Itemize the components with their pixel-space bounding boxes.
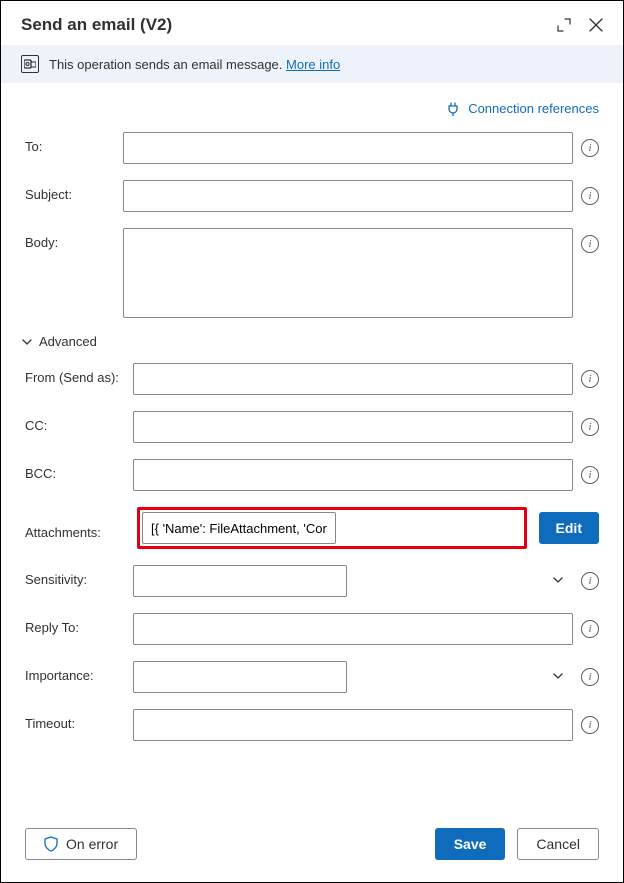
input-bcc[interactable] [133, 459, 573, 491]
info-icon[interactable]: i [581, 370, 599, 388]
row-body: Body: i [25, 228, 599, 318]
info-icon[interactable]: i [581, 716, 599, 734]
info-icon[interactable]: i [581, 235, 599, 253]
label-to: To: [25, 132, 115, 154]
dialog-title: Send an email (V2) [21, 15, 172, 35]
label-timeout: Timeout: [25, 709, 125, 731]
row-subject: Subject: i [25, 180, 599, 212]
info-icon[interactable]: i [581, 572, 599, 590]
shield-icon [44, 836, 58, 852]
on-error-label: On error [66, 836, 118, 852]
input-timeout[interactable] [133, 709, 573, 741]
footer-actions: Save Cancel [435, 828, 599, 860]
row-to: To: i [25, 132, 599, 164]
input-attachments[interactable] [142, 512, 336, 544]
expand-icon[interactable] [557, 18, 571, 32]
info-icon[interactable]: i [581, 668, 599, 686]
advanced-label: Advanced [39, 334, 97, 349]
row-timeout: Timeout: i [25, 709, 599, 741]
label-reply-to: Reply To: [25, 613, 125, 635]
label-attachments: Attachments: [25, 516, 125, 540]
cancel-button[interactable]: Cancel [517, 828, 599, 860]
row-cc: CC: i [25, 411, 599, 443]
row-sensitivity: Sensitivity: i [25, 565, 599, 597]
chevron-down-icon [551, 669, 565, 683]
row-from: From (Send as): i [25, 363, 599, 395]
header-actions [557, 18, 603, 32]
edit-button[interactable]: Edit [539, 512, 599, 544]
chevron-down-icon [551, 573, 565, 587]
dialog-footer: On error Save Cancel [1, 810, 623, 882]
label-sensitivity: Sensitivity: [25, 565, 125, 587]
row-bcc: BCC: i [25, 459, 599, 491]
plug-icon [446, 102, 460, 116]
connection-references-label: Connection references [468, 101, 599, 116]
info-banner-text: This operation sends an email message. M… [49, 57, 340, 72]
row-attachments: Attachments: Edit [25, 507, 599, 549]
input-subject[interactable] [123, 180, 573, 212]
form-body: To: i Subject: i Body: i Advanced From (… [1, 124, 623, 810]
advanced-section-toggle[interactable]: Advanced [21, 334, 599, 349]
more-info-link[interactable]: More info [286, 57, 340, 72]
info-icon[interactable]: i [581, 139, 599, 157]
label-subject: Subject: [25, 180, 115, 202]
input-cc[interactable] [133, 411, 573, 443]
input-reply-to[interactable] [133, 613, 573, 645]
connection-references-link[interactable]: Connection references [446, 101, 599, 116]
info-banner: This operation sends an email message. M… [1, 45, 623, 83]
save-button[interactable]: Save [435, 828, 506, 860]
label-from: From (Send as): [25, 363, 125, 385]
label-importance: Importance: [25, 661, 125, 683]
info-icon[interactable]: i [581, 187, 599, 205]
close-icon[interactable] [589, 18, 603, 32]
info-icon[interactable]: i [581, 620, 599, 638]
info-icon[interactable]: i [581, 418, 599, 436]
on-error-button[interactable]: On error [25, 828, 137, 860]
outlook-icon [21, 55, 39, 73]
row-reply-to: Reply To: i [25, 613, 599, 645]
attachments-highlight [137, 507, 527, 549]
select-importance[interactable] [133, 661, 347, 693]
input-body[interactable] [123, 228, 573, 318]
select-sensitivity[interactable] [133, 565, 347, 597]
connection-row: Connection references [1, 83, 623, 124]
input-to[interactable] [123, 132, 573, 164]
send-email-dialog: Send an email (V2) This operation sends … [0, 0, 624, 883]
label-bcc: BCC: [25, 459, 125, 481]
row-importance: Importance: i [25, 661, 599, 693]
advanced-section: From (Send as): i CC: i BCC: i Attachmen… [25, 363, 599, 741]
label-body: Body: [25, 228, 115, 250]
label-cc: CC: [25, 411, 125, 433]
chevron-down-icon [21, 336, 33, 348]
input-from[interactable] [133, 363, 573, 395]
info-icon[interactable]: i [581, 466, 599, 484]
dialog-header: Send an email (V2) [1, 1, 623, 45]
